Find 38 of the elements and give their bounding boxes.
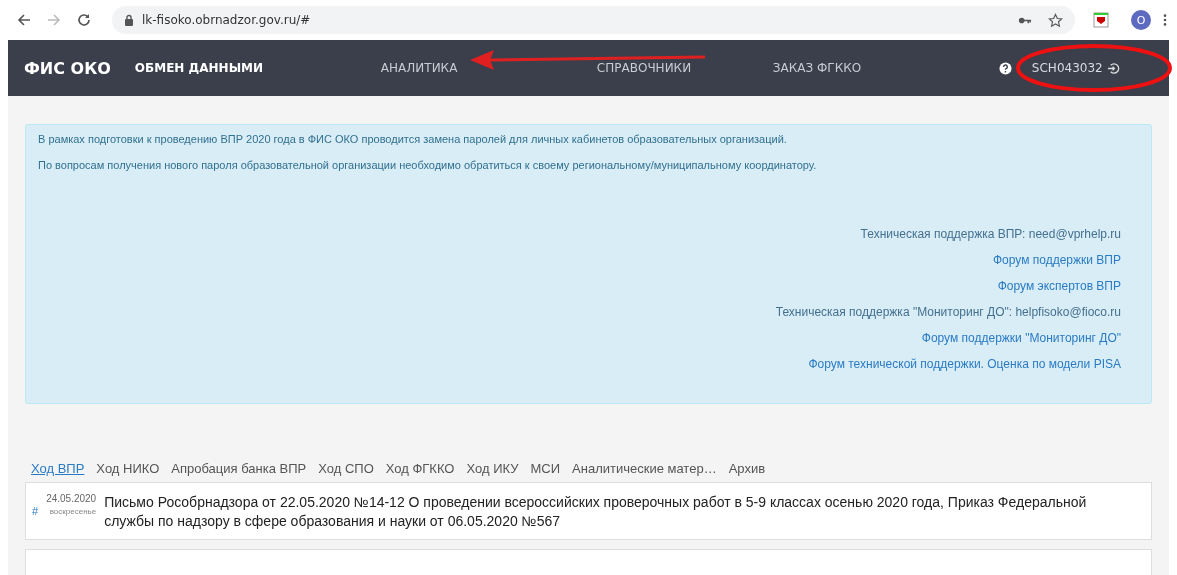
star-icon[interactable] [1048, 12, 1063, 28]
tab[interactable]: Ход ИКУ [466, 461, 519, 476]
address-bar[interactable]: lk-fisoko.obrnadzor.gov.ru/# [112, 6, 1075, 34]
tab[interactable]: Ход СПО [318, 461, 374, 476]
tab[interactable]: Ход ВПР [31, 461, 85, 476]
logout-icon[interactable] [1106, 61, 1120, 75]
tab[interactable]: Ход НИКО [96, 461, 160, 476]
news-date: 24.05.2020 [46, 493, 97, 504]
nav-link[interactable]: СПРАВОЧНИКИ [596, 61, 773, 75]
nav-link[interactable]: ОБМЕН ДАННЫМИ [134, 61, 381, 75]
back-icon[interactable] [16, 12, 32, 28]
reload-icon[interactable] [76, 12, 92, 28]
tab[interactable]: Апробация банка ВПР [171, 461, 307, 476]
brand-logo[interactable]: ФИС ОКО [24, 58, 111, 78]
tab[interactable]: Архив [728, 461, 766, 476]
support-contact-text: Техническая поддержка "Мониторинг ДО": helpfisoko@fioco.ru [775, 305, 1121, 319]
support-contact-text: Техническая поддержка ВПР: need@vprhelp.ru [860, 227, 1121, 241]
forum-link[interactable]: Форум поддержки "Мониторинг ДО" [921, 331, 1121, 345]
tab[interactable]: Ход ФГККО [385, 461, 455, 476]
help-icon[interactable] [998, 61, 1012, 75]
forum-link[interactable]: Форум технической поддержки. Оценка по модели PISA [808, 357, 1121, 371]
menu-icon[interactable] [1163, 13, 1167, 27]
forum-link[interactable]: Форум поддержки ВПР [993, 253, 1121, 267]
anchor-link[interactable]: # [32, 505, 39, 517]
info-text: По вопросам получения нового пароля образовательной организации необходимо обратиться к своему региональному/муниципальному координатору. [38, 159, 818, 171]
user-account-link[interactable]: SCH043032 [1031, 61, 1120, 75]
tab[interactable]: МСИ [530, 461, 561, 476]
info-text: В рамках подготовки к проведению ВПР 2020 года в ФИС ОКО проводится замена паролей для личных кабинетов образовательных организаций. [38, 133, 788, 145]
forum-link[interactable]: Форум экспертов ВПР [997, 279, 1121, 293]
news-weekday: воскресенье [49, 507, 97, 516]
extension-icon[interactable] [1093, 12, 1109, 28]
profile-avatar[interactable]: O [1131, 10, 1151, 30]
nav-link[interactable]: АНАЛИТИКА [380, 61, 597, 75]
lock-icon [124, 14, 134, 26]
url-text: lk-fisoko.obrnadzor.gov.ru/# [142, 13, 311, 27]
news-title: Письмо Рособрнадзора от 22.05.2020 №14-12 О проведении всероссийских проверочных работ в 5-9 классах осенью 2020 года, Приказ Федеральной службы по надзору в сфере образования и науки от 06.05.2020 №567 [104, 493, 1088, 531]
tab[interactable]: Аналитические матер… [572, 461, 717, 476]
nav-link[interactable]: ЗАКАЗ ФГККО [772, 61, 989, 75]
